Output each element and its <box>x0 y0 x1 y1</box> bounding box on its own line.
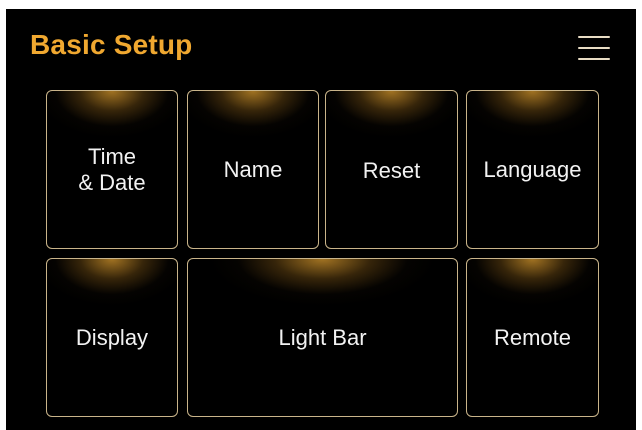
reset-tile[interactable]: Reset <box>325 90 458 249</box>
tile-label-display: Display <box>75 324 149 350</box>
menu-bar-bottom <box>578 58 610 60</box>
tile-label-light-bar: Light Bar <box>278 324 367 350</box>
time-date-tile[interactable]: Time & Date <box>46 90 178 249</box>
tile-label-name: Name <box>223 156 283 182</box>
language-tile[interactable]: Language <box>466 90 599 249</box>
tile-label-remote: Remote <box>493 324 572 350</box>
display-tile[interactable]: Display <box>46 258 178 417</box>
menu-bar-middle <box>578 47 610 49</box>
tile-label-reset: Reset <box>362 158 421 183</box>
light-bar-tile[interactable]: Light Bar <box>187 258 458 417</box>
tile-label-language: Language <box>483 156 582 182</box>
setup-screen: Basic Setup Time & Date Name Reset Langu… <box>6 9 636 430</box>
page-title: Basic Setup <box>30 29 193 60</box>
name-tile[interactable]: Name <box>187 90 319 249</box>
tile-label-time-date: Time & Date <box>78 143 146 195</box>
menu-bar-top <box>578 36 610 38</box>
hamburger-menu-icon[interactable] <box>578 35 610 61</box>
remote-tile[interactable]: Remote <box>466 258 599 417</box>
